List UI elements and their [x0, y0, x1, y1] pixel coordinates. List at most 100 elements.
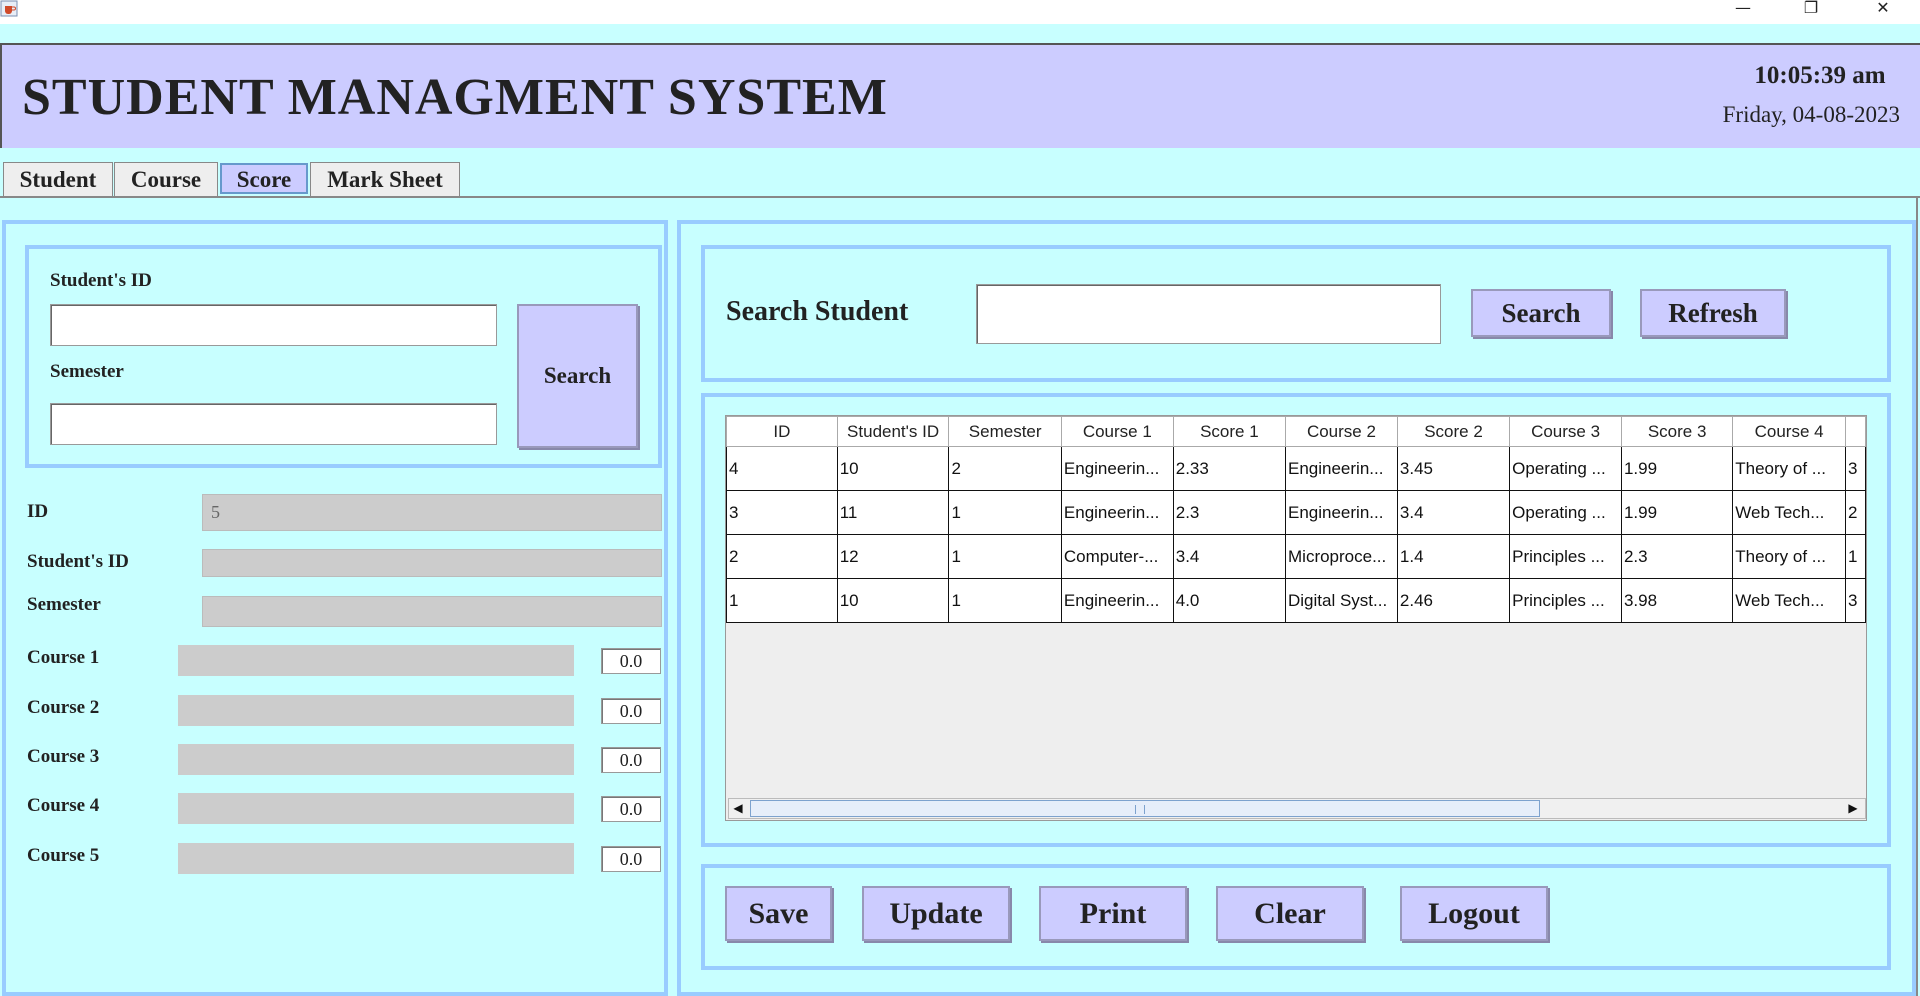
- column-header[interactable]: ID: [726, 416, 838, 447]
- course-5-label: Course 5: [27, 845, 100, 866]
- table-cell[interactable]: 3.45: [1396, 446, 1511, 491]
- column-header[interactable]: [1845, 416, 1866, 447]
- table-cell[interactable]: 2: [1845, 490, 1866, 535]
- tab-student[interactable]: Student: [3, 162, 113, 196]
- course-2-field[interactable]: [178, 695, 574, 726]
- table-cell[interactable]: 2.3: [1620, 534, 1734, 579]
- table-cell[interactable]: 3: [1845, 446, 1866, 491]
- table-cell[interactable]: 1.4: [1396, 534, 1511, 579]
- table-cell[interactable]: 10: [836, 446, 950, 491]
- table-cell[interactable]: Engineerin...: [1285, 446, 1398, 491]
- tab-course[interactable]: Course: [114, 162, 218, 196]
- score-4-field[interactable]: 0.0: [601, 796, 661, 822]
- course-4-field[interactable]: [178, 793, 574, 824]
- table-cell[interactable]: 1: [726, 578, 838, 623]
- table-header-row: ID Student's ID Semester Course 1 Score …: [726, 416, 1866, 447]
- table-row[interactable]: 3 11 1 Engineerin... 2.3 Engineerin... 3…: [726, 490, 1866, 535]
- table-cell[interactable]: 1: [948, 490, 1062, 535]
- minimize-button[interactable]: —: [1720, 0, 1766, 20]
- tab-score[interactable]: Score: [220, 163, 308, 194]
- save-button[interactable]: Save: [725, 886, 832, 941]
- table-cell[interactable]: 3: [726, 490, 838, 535]
- score-2-field[interactable]: 0.0: [601, 698, 661, 724]
- table-cell[interactable]: Principles ...: [1509, 534, 1622, 579]
- course-3-field[interactable]: [178, 744, 574, 775]
- column-header[interactable]: Student's ID: [836, 416, 950, 447]
- table-cell[interactable]: Principles ...: [1509, 578, 1622, 623]
- table-cell[interactable]: Microproce...: [1285, 534, 1398, 579]
- table-cell[interactable]: 4.0: [1172, 578, 1287, 623]
- student-id-field[interactable]: [202, 549, 662, 577]
- column-header[interactable]: Score 2: [1396, 416, 1511, 447]
- table-cell[interactable]: Operating ...: [1509, 490, 1622, 535]
- scrollbar-thumb[interactable]: [750, 800, 1540, 817]
- scroll-right-icon[interactable]: ▶: [1844, 800, 1862, 817]
- restore-button[interactable]: ❐: [1788, 0, 1834, 20]
- table-cell[interactable]: Engineerin...: [1285, 490, 1398, 535]
- semester-field[interactable]: [202, 596, 662, 627]
- score-3-field[interactable]: 0.0: [601, 747, 661, 773]
- update-button[interactable]: Update: [862, 886, 1010, 941]
- tab-divider: [0, 196, 1920, 198]
- table-cell[interactable]: 2: [948, 446, 1062, 491]
- column-header[interactable]: Course 4: [1732, 416, 1846, 447]
- student-id-label: Student's ID: [27, 551, 129, 572]
- logout-button[interactable]: Logout: [1400, 886, 1548, 941]
- search-student-button[interactable]: Search: [1471, 289, 1611, 337]
- table-cell[interactable]: 2.3: [1172, 490, 1287, 535]
- table-cell[interactable]: Operating ...: [1509, 446, 1622, 491]
- table-cell[interactable]: 1: [948, 534, 1062, 579]
- table-cell[interactable]: Theory of ...: [1732, 446, 1846, 491]
- table-row[interactable]: 2 12 1 Computer-... 3.4 Microproce... 1.…: [726, 534, 1866, 579]
- table-row[interactable]: 1 10 1 Engineerin... 4.0 Digital Syst...…: [726, 578, 1866, 623]
- clear-button[interactable]: Clear: [1216, 886, 1364, 941]
- table-cell[interactable]: 2.46: [1396, 578, 1511, 623]
- print-button[interactable]: Print: [1039, 886, 1187, 941]
- course-1-field[interactable]: [178, 645, 574, 676]
- table-cell[interactable]: Web Tech...: [1732, 578, 1846, 623]
- table-cell[interactable]: Digital Syst...: [1285, 578, 1398, 623]
- table-cell[interactable]: 1.99: [1620, 490, 1734, 535]
- table-cell[interactable]: 1.99: [1620, 446, 1734, 491]
- table-cell[interactable]: Web Tech...: [1732, 490, 1846, 535]
- table-cell[interactable]: Engineerin...: [1060, 490, 1174, 535]
- table-cell[interactable]: 3.98: [1620, 578, 1734, 623]
- table-cell[interactable]: 3.4: [1396, 490, 1511, 535]
- table-row[interactable]: 4 10 2 Engineerin... 2.33 Engineerin... …: [726, 446, 1866, 491]
- score-table-viewport[interactable]: ID Student's ID Semester Course 1 Score …: [725, 415, 1867, 821]
- table-cell[interactable]: 3: [1845, 578, 1866, 623]
- student-id-search-label: Student's ID: [50, 270, 152, 291]
- score-5-field[interactable]: 0.0: [601, 846, 661, 872]
- table-cell[interactable]: 4: [726, 446, 838, 491]
- table-cell[interactable]: 1: [1845, 534, 1866, 579]
- id-field[interactable]: 5: [202, 494, 662, 531]
- semester-search-input[interactable]: [50, 403, 497, 445]
- column-header[interactable]: Score 3: [1620, 416, 1734, 447]
- table-cell[interactable]: Computer-...: [1060, 534, 1174, 579]
- student-id-search-input[interactable]: [50, 304, 497, 346]
- column-header[interactable]: Course 3: [1509, 416, 1622, 447]
- table-cell[interactable]: Theory of ...: [1732, 534, 1846, 579]
- table-cell[interactable]: 2: [726, 534, 838, 579]
- table-cell[interactable]: 3.4: [1172, 534, 1287, 579]
- table-cell[interactable]: 2.33: [1172, 446, 1287, 491]
- id-search-button[interactable]: Search: [517, 304, 638, 448]
- table-cell[interactable]: 12: [836, 534, 950, 579]
- table-cell[interactable]: Engineerin...: [1060, 446, 1174, 491]
- search-student-label: Search Student: [726, 296, 909, 327]
- scroll-left-icon[interactable]: ◀: [729, 800, 747, 817]
- tab-mark-sheet[interactable]: Mark Sheet: [310, 162, 460, 196]
- column-header[interactable]: Course 1: [1060, 416, 1174, 447]
- table-cell[interactable]: 1: [948, 578, 1062, 623]
- close-button[interactable]: ✕: [1860, 0, 1906, 20]
- table-cell[interactable]: Engineerin...: [1060, 578, 1174, 623]
- table-cell[interactable]: 10: [836, 578, 950, 623]
- refresh-button[interactable]: Refresh: [1640, 289, 1786, 337]
- search-student-input[interactable]: [976, 284, 1441, 344]
- column-header[interactable]: Score 1: [1172, 416, 1287, 447]
- course-5-field[interactable]: [178, 843, 574, 874]
- score-1-field[interactable]: 0.0: [601, 648, 661, 674]
- table-cell[interactable]: 11: [836, 490, 950, 535]
- column-header[interactable]: Course 2: [1285, 416, 1398, 447]
- column-header[interactable]: Semester: [948, 416, 1062, 447]
